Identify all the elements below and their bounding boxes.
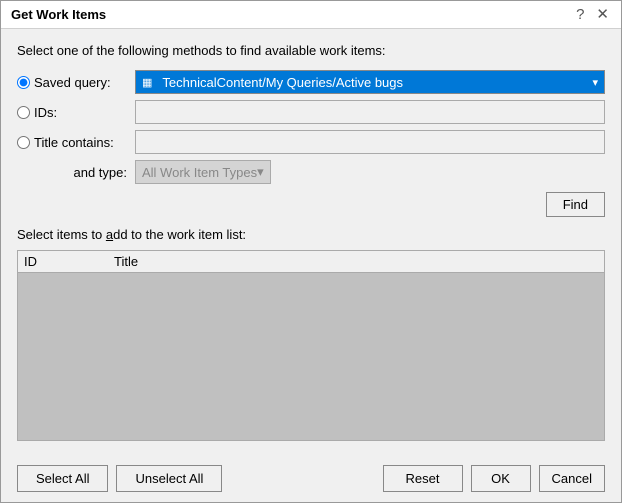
ok-button[interactable]: OK [471,465,531,492]
form-rows: Saved query: ▦ TechnicalContent/My Queri… [17,70,605,184]
ids-radio[interactable] [17,106,30,119]
ids-control [135,100,605,124]
title-contains-radio[interactable] [17,136,30,149]
bottom-buttons: Select All Unselect All Reset OK Cancel [1,455,621,502]
find-row: Find [17,192,605,217]
ids-radio-label[interactable]: IDs: [17,105,127,120]
dialog-title: Get Work Items [11,7,106,22]
title-contains-row: Title contains: [17,130,605,154]
col-id-header: ID [24,254,74,269]
dropdown-arrow-icon: ▾ [592,76,598,89]
saved-query-dropdown[interactable]: ▦ TechnicalContent/My Queries/Active bug… [135,70,605,94]
grid-icon: ▦ [142,76,152,89]
and-type-control: All Work Item Types ▾ [135,160,271,184]
ids-label-text: IDs: [34,105,57,120]
close-button[interactable]: ✕ [594,7,611,22]
bottom-right-buttons: Reset OK Cancel [383,465,605,492]
and-type-dropdown: All Work Item Types ▾ [135,160,271,184]
saved-query-label-text: Saved query: [34,75,111,90]
dialog-body: Select one of the following methods to f… [1,29,621,455]
ids-input[interactable] [135,100,605,124]
cancel-button[interactable]: Cancel [539,465,605,492]
description-text: Select one of the following methods to f… [17,43,605,58]
title-contains-radio-label[interactable]: Title contains: [17,135,127,150]
ids-row: IDs: [17,100,605,124]
title-contains-control [135,130,605,154]
and-type-label-text: and type: [17,165,127,180]
select-all-button[interactable]: Select All [17,465,108,492]
results-section-label: Select items to add to the work item lis… [17,227,605,242]
saved-query-radio-label[interactable]: Saved query: [17,75,127,90]
unselect-all-button[interactable]: Unselect All [116,465,222,492]
and-type-arrow-icon: ▾ [257,164,264,180]
title-bar-controls: ? ✕ [574,7,611,22]
saved-query-row: Saved query: ▦ TechnicalContent/My Queri… [17,70,605,94]
title-contains-label-text: Title contains: [34,135,114,150]
and-type-value-display: All Work Item Types [142,165,257,180]
bottom-left-buttons: Select All Unselect All [17,465,222,492]
find-button[interactable]: Find [546,192,605,217]
saved-query-radio[interactable] [17,76,30,89]
title-contains-input[interactable] [135,130,605,154]
table-body[interactable] [18,273,604,440]
and-type-row: and type: All Work Item Types ▾ [17,160,605,184]
saved-query-value-display: ▦ TechnicalContent/My Queries/Active bug… [142,75,592,90]
saved-query-control: ▦ TechnicalContent/My Queries/Active bug… [135,70,605,94]
table-header: ID Title [18,251,604,273]
reset-button[interactable]: Reset [383,465,463,492]
help-button[interactable]: ? [574,7,586,22]
get-work-items-dialog: Get Work Items ? ✕ Select one of the fol… [0,0,622,503]
col-title-header: Title [114,254,164,269]
title-bar: Get Work Items ? ✕ [1,1,621,29]
result-table: ID Title [17,250,605,441]
